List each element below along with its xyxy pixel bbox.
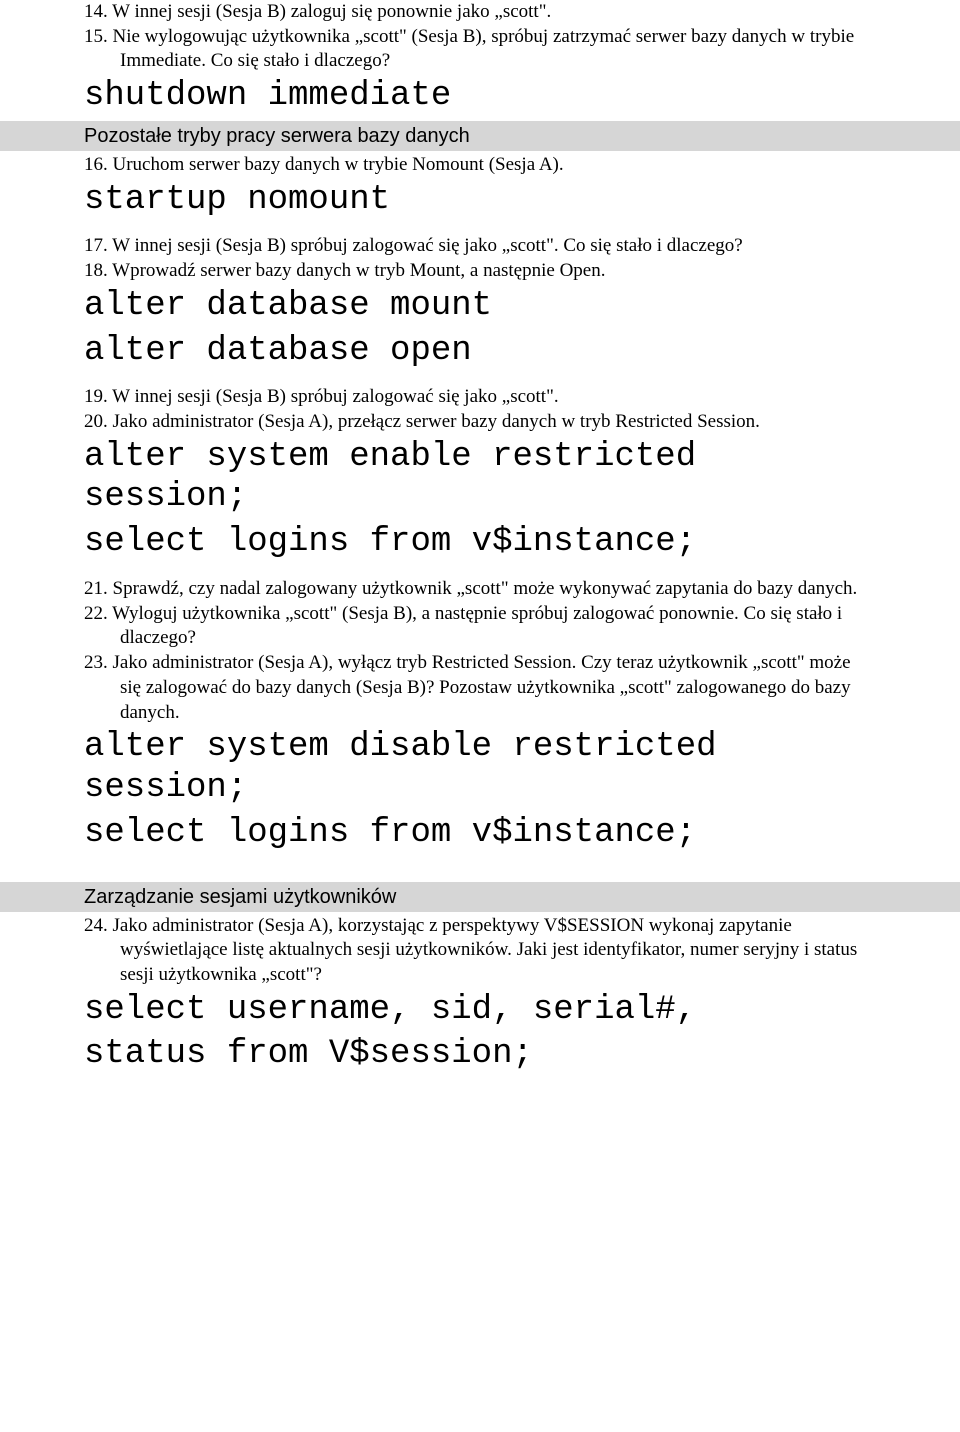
- section-header: Zarządzanie sesjami użytkowników: [0, 882, 960, 912]
- item-text: Jako administrator (Sesja A), przełącz s…: [113, 411, 760, 432]
- code-block: select username, sid, serial#,: [84, 990, 876, 1031]
- item-number: 23.: [84, 652, 108, 673]
- list-item: 15. Nie wylogowując użytkownika „scott" …: [84, 25, 876, 74]
- code-block: alter system disable restricted session;: [84, 727, 876, 809]
- code-block: alter database open: [84, 331, 876, 372]
- code-block: shutdown immediate: [84, 76, 876, 117]
- list-item: 20. Jako administrator (Sesja A), przełą…: [84, 410, 876, 435]
- item-text: W innej sesji (Sesja B) zaloguj się pono…: [112, 1, 551, 22]
- item-number: 14.: [84, 1, 108, 22]
- item-text: Sprawdź, czy nadal zalogowany użytkownik…: [113, 578, 858, 599]
- item-number: 17.: [84, 235, 108, 256]
- document-body: 14. W innej sesji (Sesja B) zaloguj się …: [0, 0, 960, 1119]
- code-block: select logins from v$instance;: [84, 522, 876, 563]
- item-number: 15.: [84, 26, 108, 47]
- item-text: Wprowadź serwer bazy danych w tryb Mount…: [112, 260, 605, 281]
- code-block: startup nomount: [84, 180, 876, 221]
- item-text: Wyloguj użytkownika „scott" (Sesja B), a…: [112, 603, 842, 649]
- item-text: Nie wylogowując użytkownika „scott" (Ses…: [113, 26, 855, 72]
- list-item: 21. Sprawdź, czy nadal zalogowany użytko…: [84, 577, 876, 602]
- code-block: alter system enable restricted session;: [84, 437, 876, 519]
- list-item: 17. W innej sesji (Sesja B) spróbuj zalo…: [84, 234, 876, 259]
- item-number: 19.: [84, 386, 108, 407]
- item-number: 21.: [84, 578, 108, 599]
- list-item: 18. Wprowadź serwer bazy danych w tryb M…: [84, 259, 876, 284]
- list-item: 16. Uruchom serwer bazy danych w trybie …: [84, 153, 876, 178]
- item-text: Uruchom serwer bazy danych w trybie Nomo…: [113, 154, 564, 175]
- list-item: 22. Wyloguj użytkownika „scott" (Sesja B…: [84, 602, 876, 651]
- list-item: 24. Jako administrator (Sesja A), korzys…: [84, 914, 876, 988]
- item-text: Jako administrator (Sesja A), wyłącz try…: [113, 652, 851, 722]
- item-number: 20.: [84, 411, 108, 432]
- code-block: status from V$session;: [84, 1034, 876, 1075]
- item-text: Jako administrator (Sesja A), korzystają…: [113, 915, 858, 985]
- item-text: W innej sesji (Sesja B) spróbuj zalogowa…: [112, 235, 743, 256]
- item-number: 22.: [84, 603, 108, 624]
- item-text: W innej sesji (Sesja B) spróbuj zalogowa…: [112, 386, 558, 407]
- code-block: alter database mount: [84, 286, 876, 327]
- list-item: 19. W innej sesji (Sesja B) spróbuj zalo…: [84, 385, 876, 410]
- item-number: 16.: [84, 154, 108, 175]
- list-item: 23. Jako administrator (Sesja A), wyłącz…: [84, 651, 876, 725]
- item-number: 24.: [84, 915, 108, 936]
- list-item: 14. W innej sesji (Sesja B) zaloguj się …: [84, 0, 876, 25]
- section-header: Pozostałe tryby pracy serwera bazy danyc…: [0, 121, 960, 151]
- code-block: select logins from v$instance;: [84, 813, 876, 854]
- item-number: 18.: [84, 260, 108, 281]
